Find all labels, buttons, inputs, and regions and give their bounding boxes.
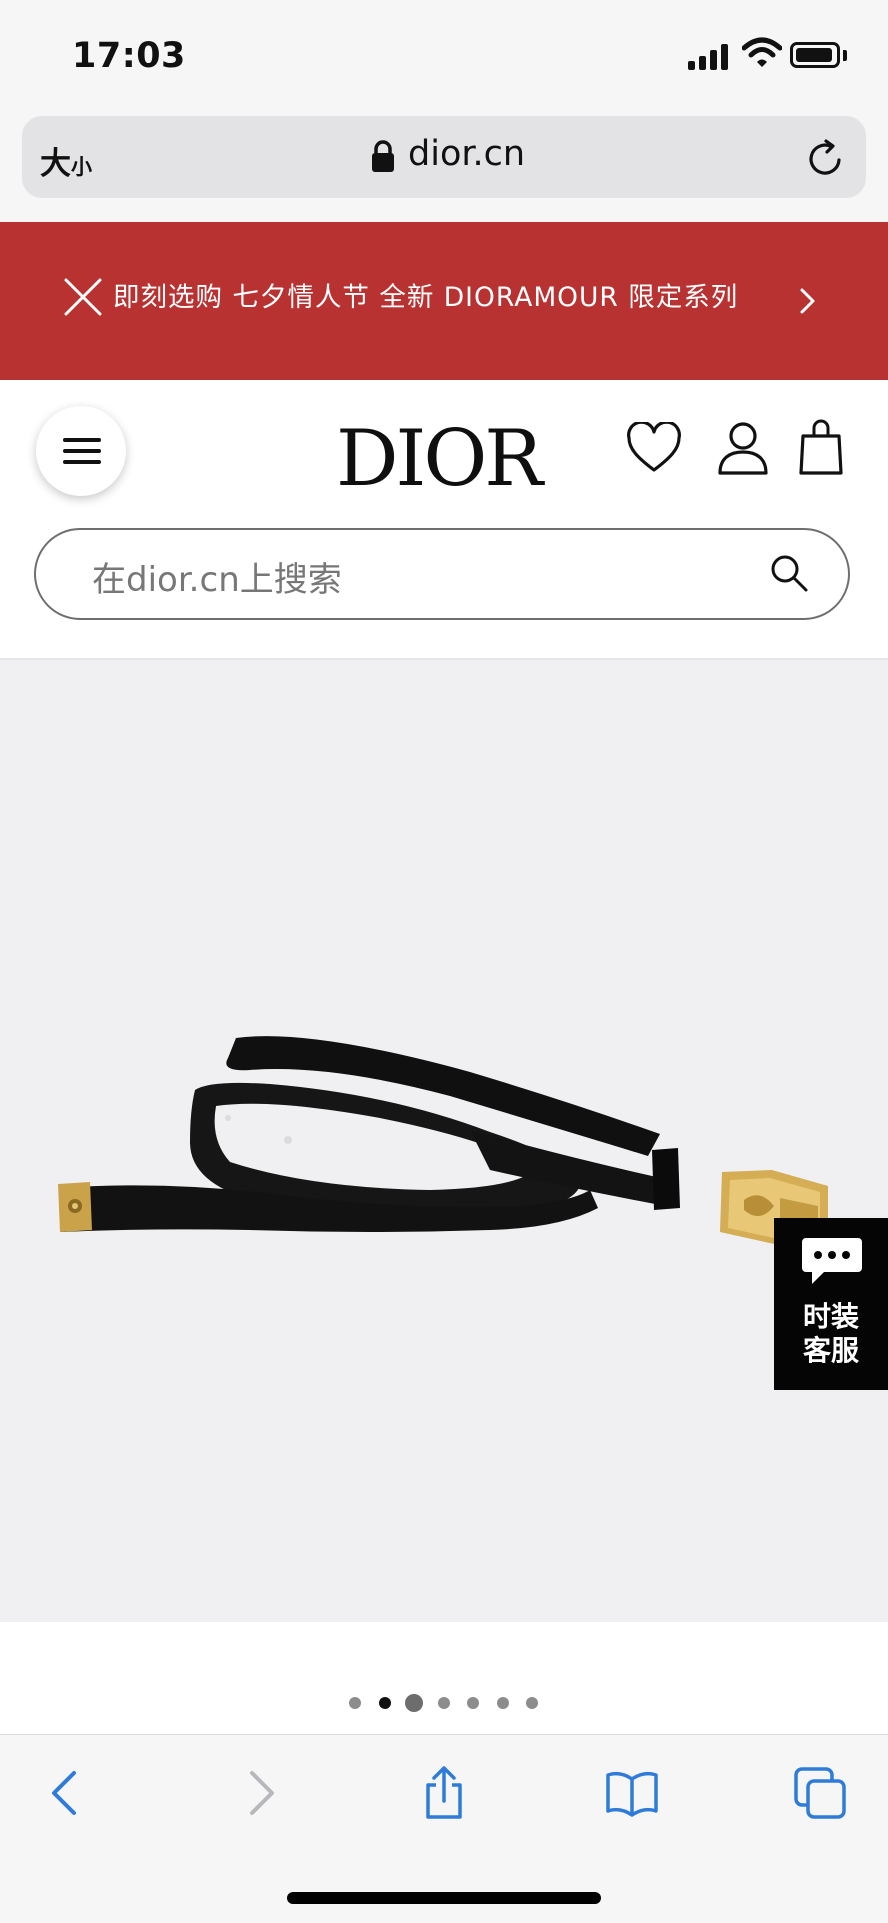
wifi-icon	[742, 37, 782, 67]
carousel-dot[interactable]	[438, 1697, 450, 1709]
chevron-left-icon[interactable]	[38, 1765, 94, 1821]
status-time: 17:03	[72, 36, 186, 76]
search-icon[interactable]	[768, 552, 810, 594]
chat-label: 时装 客服	[774, 1300, 888, 1368]
carousel-dot[interactable]	[497, 1697, 509, 1709]
text-size-button[interactable]: 大小	[40, 138, 92, 183]
chat-label-line1: 时装	[802, 1300, 859, 1333]
close-icon[interactable]	[64, 278, 102, 316]
search-input[interactable]: 在dior.cn上搜索	[34, 528, 850, 620]
carousel-dot[interactable]	[405, 1694, 423, 1712]
dior-logo[interactable]: DIOR	[336, 416, 543, 502]
chat-label-line2: 客服	[802, 1334, 859, 1367]
home-indicator	[287, 1892, 601, 1904]
carousel-dots[interactable]	[0, 1692, 888, 1712]
promo-text[interactable]: 即刻选购 七夕情人节 全新 DIORAMOUR 限定系列	[113, 278, 773, 318]
promo-banner[interactable]: 即刻选购 七夕情人节 全新 DIORAMOUR 限定系列	[0, 222, 888, 380]
chevron-right-icon[interactable]	[798, 286, 818, 316]
battery-nub	[843, 50, 847, 61]
image-footer	[0, 1622, 888, 1734]
battery-icon	[790, 42, 840, 68]
chevron-right-icon[interactable]	[232, 1765, 288, 1821]
belt-image	[58, 1036, 828, 1244]
text-size-large: 大	[40, 146, 71, 182]
tabs-icon[interactable]	[792, 1765, 848, 1821]
carousel-dot[interactable]	[349, 1697, 361, 1709]
bag-icon[interactable]	[798, 418, 844, 476]
carousel-dot[interactable]	[467, 1697, 479, 1709]
hamburger-icon	[63, 438, 101, 442]
chat-button[interactable]: 时装 客服	[774, 1218, 888, 1390]
url-text[interactable]: dior.cn	[408, 134, 525, 174]
text-size-small: 小	[71, 155, 92, 179]
share-icon[interactable]	[416, 1765, 472, 1821]
site-header: DIOR 在dior.cn上搜索	[0, 380, 888, 660]
menu-button[interactable]	[36, 406, 126, 496]
heart-icon[interactable]	[626, 422, 682, 474]
user-icon[interactable]	[716, 420, 770, 476]
lock-icon	[372, 140, 394, 172]
signal-icon	[688, 42, 732, 70]
address-bar[interactable]: 大小 dior.cn	[22, 116, 866, 198]
chat-bubble-icon	[802, 1238, 862, 1284]
carousel-dot-active[interactable]	[379, 1697, 391, 1709]
carousel-dot[interactable]	[526, 1697, 538, 1709]
status-bar: 17:03	[0, 0, 888, 110]
search-placeholder: 在dior.cn上搜索	[92, 560, 342, 600]
reload-icon[interactable]	[806, 138, 846, 178]
book-icon[interactable]	[604, 1765, 660, 1821]
